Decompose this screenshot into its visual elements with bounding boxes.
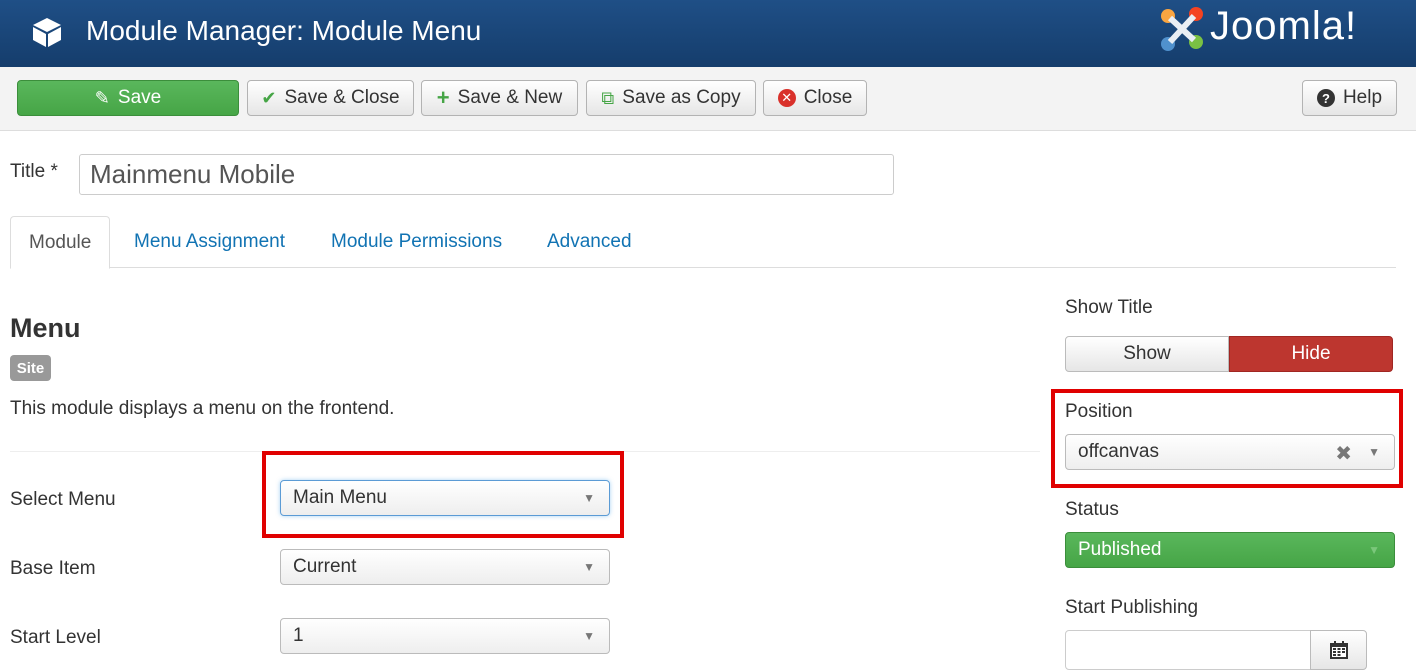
toolbar: ✎ Save ✔ Save & Close + Save & New ⧉ Sav…	[0, 67, 1416, 131]
show-title-label: Show Title	[1065, 297, 1153, 318]
plus-icon: +	[436, 85, 450, 110]
title-input[interactable]: Mainmenu Mobile	[79, 154, 894, 195]
title-label: Title *	[10, 161, 58, 182]
start-publishing-label: Start Publishing	[1065, 597, 1199, 618]
tab-module-permissions[interactable]: Module Permissions	[313, 216, 520, 268]
close-button[interactable]: ✕ Close	[763, 80, 867, 116]
save-close-label: Save & Close	[284, 87, 400, 108]
tab-menu-assignment[interactable]: Menu Assignment	[116, 216, 303, 268]
start-level-label: Start Level	[10, 627, 101, 648]
close-circle-icon: ✕	[777, 89, 796, 107]
start-level-dropdown[interactable]: 1 ▼	[280, 618, 610, 654]
tab-advanced[interactable]: Advanced	[529, 216, 650, 268]
edit-icon: ✎	[94, 87, 110, 108]
module-description: This module displays a menu on the front…	[10, 398, 395, 419]
help-button[interactable]: ? Help	[1302, 80, 1397, 116]
site-badge: Site	[10, 355, 51, 381]
module-type-heading: Menu	[10, 313, 81, 343]
status-label: Status	[1065, 499, 1119, 520]
title-input-value: Mainmenu Mobile	[90, 159, 296, 189]
caret-down-icon: ▼	[1368, 543, 1380, 557]
save-copy-button[interactable]: ⧉ Save as Copy	[586, 80, 756, 116]
close-label: Close	[803, 87, 853, 108]
question-icon: ?	[1316, 89, 1335, 107]
show-title-toggle: Show Hide	[1065, 336, 1393, 372]
highlight-box-select-menu	[262, 451, 624, 538]
base-item-dropdown[interactable]: Current ▼	[280, 549, 610, 585]
save-new-button[interactable]: + Save & New	[421, 80, 578, 116]
tab-module[interactable]: Module	[10, 216, 111, 269]
joomla-logo[interactable]: Joomla!	[1158, 4, 1356, 54]
save-button-label: Save	[117, 87, 162, 108]
show-option[interactable]: Show	[1065, 336, 1229, 372]
base-item-label: Base Item	[10, 558, 96, 579]
save-close-button[interactable]: ✔ Save & Close	[247, 80, 414, 116]
select-menu-label: Select Menu	[10, 489, 116, 510]
caret-down-icon: ▼	[583, 560, 595, 574]
save-copy-label: Save as Copy	[622, 87, 741, 108]
status-value: Published	[1078, 539, 1162, 560]
save-button[interactable]: ✎ Save	[17, 80, 239, 116]
save-new-label: Save & New	[457, 87, 563, 108]
help-label: Help	[1342, 87, 1383, 108]
tab-bar: Module Menu Assignment Module Permission…	[10, 216, 1396, 269]
logo-text: Joomla!	[1210, 4, 1358, 48]
app-header: Module Manager: Module Menu Joomla!	[0, 0, 1416, 67]
caret-down-icon: ▼	[583, 629, 595, 643]
hide-option[interactable]: Hide	[1229, 336, 1393, 372]
start-level-value: 1	[293, 625, 304, 646]
check-icon: ✔	[261, 87, 277, 108]
page-title: Module Manager: Module Menu	[86, 15, 482, 46]
highlight-box-position	[1051, 389, 1403, 488]
base-item-value: Current	[293, 556, 357, 577]
cube-icon	[33, 18, 61, 47]
copy-icon: ⧉	[601, 87, 615, 108]
status-dropdown[interactable]: Published ▼	[1065, 532, 1395, 568]
joomla-logo-icon	[1161, 7, 1203, 51]
start-publishing-input[interactable]	[1065, 630, 1311, 670]
calendar-button[interactable]	[1310, 630, 1367, 670]
calendar-icon	[1329, 641, 1348, 659]
